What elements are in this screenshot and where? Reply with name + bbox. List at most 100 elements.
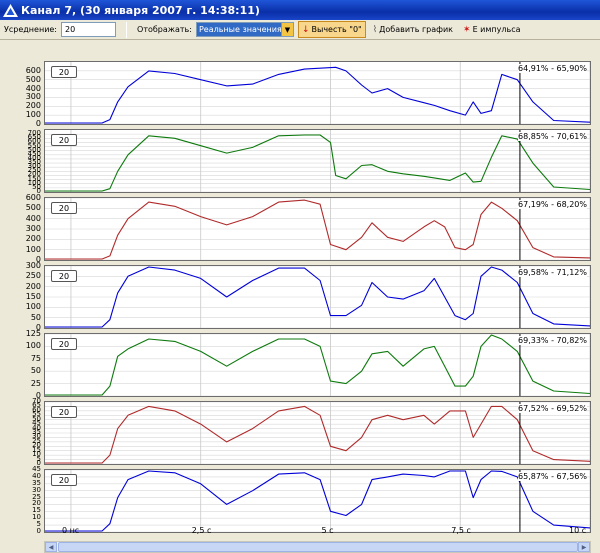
add-graph-label: Добавить график bbox=[379, 25, 454, 34]
percent-range-label: 69,33% - 70,82% bbox=[518, 336, 587, 345]
plot-averaging-button[interactable]: 20 bbox=[51, 202, 77, 214]
y-tick-label: 75 bbox=[30, 353, 41, 363]
channel-plot-6[interactable]: 20 67,52% - 69,52% bbox=[44, 401, 591, 465]
subtract-zero-button[interactable]: ↓ Вычесть "0" bbox=[297, 21, 366, 38]
channel-plot-3[interactable]: 20 67,19% - 68,20% bbox=[44, 197, 591, 261]
y-tick-label: 400 bbox=[25, 83, 41, 93]
toolbar-separator bbox=[126, 21, 128, 38]
y-tick-label: 15 bbox=[32, 506, 41, 515]
channel-plot-4[interactable]: 20 69,58% - 71,12% bbox=[44, 265, 591, 329]
y-tick-label: 600 bbox=[25, 193, 41, 202]
plot-averaging-button[interactable]: 20 bbox=[51, 474, 77, 486]
plot-averaging-button[interactable]: 20 bbox=[51, 406, 77, 418]
x-tick-label: 2,5 с bbox=[191, 526, 212, 535]
x-tick-label: 0 нс bbox=[61, 526, 80, 535]
channel-plot-2[interactable]: 20 68,85% - 70,61% bbox=[44, 129, 591, 193]
y-tick-label: 400 bbox=[25, 213, 41, 223]
display-select[interactable]: Реальные значения ▼ bbox=[195, 22, 294, 37]
y-tick-label: 25 bbox=[32, 492, 41, 501]
y-tick-label: 200 bbox=[25, 101, 41, 111]
add-graph-icon: ⌇ bbox=[372, 24, 378, 35]
plot-canvas bbox=[45, 470, 590, 532]
scroll-thumb[interactable] bbox=[58, 542, 578, 552]
plot-averaging-button[interactable]: 20 bbox=[51, 338, 77, 350]
y-tick-label: 200 bbox=[25, 234, 41, 244]
y-tick-label: 250 bbox=[25, 271, 41, 281]
subtract-zero-label: Вычесть "0" bbox=[311, 25, 362, 34]
y-axis-6: 0 5 10 15 20 25 30 35 40 45 50 55 60 65 70 bbox=[0, 397, 43, 467]
sum-pulse-button[interactable]: ✶ Е импульса bbox=[460, 21, 523, 38]
y-tick-label: 70 bbox=[32, 397, 41, 405]
y-tick-label: 100 bbox=[25, 341, 41, 351]
chevron-down-icon[interactable]: ▼ bbox=[280, 23, 293, 36]
scroll-right-icon[interactable]: ▶ bbox=[578, 542, 590, 552]
signal-line bbox=[45, 405, 590, 464]
plot-canvas bbox=[45, 198, 590, 260]
percent-range-label: 67,19% - 68,20% bbox=[518, 200, 587, 209]
percent-range-label: 64,91% - 65,90% bbox=[518, 64, 587, 73]
y-tick-label: 10 bbox=[32, 513, 41, 522]
display-label: Отображать: bbox=[137, 25, 192, 34]
signal-line bbox=[45, 199, 590, 260]
y-tick-label: 150 bbox=[25, 292, 41, 301]
plot-canvas bbox=[45, 402, 590, 464]
time-axis: 0 нс 2,5 с 5 с 7,5 с 10 с bbox=[44, 526, 591, 538]
signal-line bbox=[45, 66, 590, 124]
averaging-input[interactable] bbox=[61, 22, 117, 37]
y-tick-label: 50 bbox=[30, 366, 41, 376]
window-title: Канал 7, (30 января 2007 г. 14:38:11) bbox=[21, 3, 260, 17]
y-tick-label: 50 bbox=[30, 312, 41, 322]
y-axis-2: 0 50 100 150 200 250 300 350 400 450 500 550 600 650 7… bbox=[0, 129, 43, 195]
window-titlebar: Канал 7, (30 января 2007 г. 14:38:11) bbox=[0, 0, 600, 20]
y-tick-label: 100 bbox=[25, 110, 41, 120]
y-tick-label: 200 bbox=[25, 281, 41, 291]
y-tick-label: 500 bbox=[25, 74, 41, 84]
y-tick-label: 0 bbox=[35, 119, 41, 128]
y-axis-4: 0 50 100 150 200 250 300 bbox=[0, 261, 43, 332]
y-tick-label: 20 bbox=[32, 499, 41, 508]
y-tick-label: 0 bbox=[36, 527, 41, 535]
y-tick-label: 500 bbox=[25, 203, 41, 213]
plot-canvas bbox=[45, 266, 590, 328]
x-tick-label: 5 с bbox=[321, 526, 334, 535]
y-axis-3: 0 100 200 300 400 500 600 bbox=[0, 193, 43, 264]
x-tick-label: 10 с bbox=[569, 526, 587, 535]
channel-plot-5[interactable]: 20 69,33% - 70,82% bbox=[44, 333, 591, 397]
plots-area: 0 100 200 300 400 500 600 20 64,91% - 65,90% 0 50 1… bbox=[0, 40, 600, 540]
y-tick-label: 125 bbox=[25, 329, 41, 338]
pulse-icon: ✶ bbox=[463, 24, 471, 35]
signal-line bbox=[45, 334, 590, 396]
channel-plot-7[interactable]: 20 65,87% - 67,56% bbox=[44, 469, 591, 533]
plot-averaging-button[interactable]: 20 bbox=[51, 66, 77, 78]
y-tick-label: 300 bbox=[25, 224, 41, 233]
horizontal-scrollbar[interactable]: ◀ ▶ bbox=[44, 541, 591, 553]
y-tick-label: 5 bbox=[36, 520, 41, 529]
plot-averaging-button[interactable]: 20 bbox=[51, 270, 77, 282]
y-tick-label: 35 bbox=[32, 478, 41, 487]
y-tick-label: 100 bbox=[25, 302, 41, 312]
plot-canvas bbox=[45, 334, 590, 396]
plot-canvas bbox=[45, 62, 590, 124]
sum-pulse-label: Е импульса bbox=[472, 25, 521, 34]
channel-plot-1[interactable]: 20 64,91% - 65,90% bbox=[44, 61, 591, 125]
add-graph-button[interactable]: ⌇ Добавить график bbox=[370, 21, 456, 38]
percent-range-label: 67,52% - 69,52% bbox=[518, 404, 587, 413]
y-axis-1: 0 100 200 300 400 500 600 bbox=[0, 61, 43, 128]
subtract-arrow-icon: ↓ bbox=[301, 24, 310, 35]
y-tick-label: 25 bbox=[30, 378, 41, 388]
y-tick-label: 100 bbox=[25, 244, 41, 254]
y-tick-label: 40 bbox=[32, 471, 41, 480]
y-tick-label: 45 bbox=[32, 465, 41, 473]
y-tick-label: 300 bbox=[25, 92, 41, 102]
plot-averaging-button[interactable]: 20 bbox=[51, 134, 77, 146]
x-tick-label: 7,5 с bbox=[451, 526, 471, 535]
app-logo-icon bbox=[3, 3, 18, 17]
percent-range-label: 65,87% - 67,56% bbox=[518, 472, 587, 481]
percent-range-label: 68,85% - 70,61% bbox=[518, 132, 587, 141]
y-axis-7: 0 5 10 15 20 25 30 35 40 45 bbox=[0, 465, 43, 535]
y-tick-label: 300 bbox=[25, 261, 41, 270]
scroll-left-icon[interactable]: ◀ bbox=[45, 542, 57, 552]
averaging-label: Усреднение: bbox=[4, 25, 58, 34]
y-tick-label: 700 bbox=[27, 129, 41, 138]
percent-range-label: 69,58% - 71,12% bbox=[518, 268, 587, 277]
